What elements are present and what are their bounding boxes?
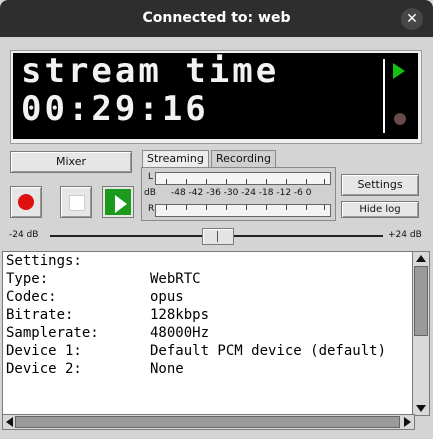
time-display: stream time 00:29:16	[13, 51, 418, 139]
title-bar[interactable]: Connected to: web ✕	[0, 0, 433, 37]
log-row: Type: WebRTC	[6, 271, 201, 289]
display-divider	[383, 59, 385, 133]
tab-streaming[interactable]: Streaming	[142, 150, 209, 167]
meter-left-bar	[155, 172, 331, 185]
tab-recording[interactable]: Recording	[211, 150, 277, 167]
log-key: Device 1:	[6, 343, 82, 359]
log-key: Samplerate:	[6, 325, 99, 341]
meter-left-label: L	[148, 172, 154, 182]
mixer-button[interactable]: Mixer	[10, 151, 132, 173]
gain-max-label: +24 dB	[388, 230, 422, 240]
scroll-down-icon[interactable]	[416, 405, 426, 412]
meter-scale: -48 -42 -36 -30 -24 -18 -12 -6 0	[171, 188, 312, 198]
log-row: Codec: opus	[6, 289, 184, 307]
play-icon	[105, 189, 131, 215]
meter-unit-label: dB	[144, 188, 156, 198]
record-indicator-icon	[394, 113, 406, 125]
gain-min-label: -24 dB	[9, 230, 39, 240]
scroll-up-icon[interactable]	[416, 255, 426, 262]
hide-log-button[interactable]: Hide log	[341, 201, 419, 218]
log-value: None	[150, 361, 184, 377]
display-mode-label: stream time	[21, 51, 280, 91]
meter-right-bar	[155, 204, 331, 217]
log-row: Device 2: None	[6, 361, 184, 379]
log-key: Bitrate:	[6, 307, 74, 323]
app-window: Connected to: web ✕ stream time 00:29:16…	[0, 0, 433, 439]
log-panel[interactable]: Settings: Type: WebRTC Codec: opus Bitrate…	[2, 251, 415, 416]
vertical-scroll-thumb[interactable]	[414, 266, 428, 336]
log-header: Settings:	[6, 253, 82, 269]
stream-play-indicator-icon	[393, 63, 405, 79]
log-key: Codec:	[6, 289, 57, 305]
log-value: opus	[150, 289, 184, 305]
record-button[interactable]	[10, 186, 42, 218]
record-icon	[18, 194, 34, 210]
play-button[interactable]	[102, 186, 134, 218]
stop-icon	[69, 195, 85, 211]
log-row: Device 1: Default PCM device (default)	[6, 343, 386, 361]
settings-button[interactable]: Settings	[341, 174, 419, 196]
meter-right-label: R	[148, 204, 155, 214]
scroll-right-icon[interactable]	[404, 417, 411, 427]
log-key: Device 2:	[6, 361, 82, 377]
log-value: 48000Hz	[150, 325, 210, 341]
log-value: 128kbps	[150, 307, 210, 323]
horizontal-scroll-thumb[interactable]	[15, 416, 400, 428]
log-value: WebRTC	[150, 271, 201, 287]
stop-button[interactable]	[60, 186, 92, 218]
log-vertical-scrollbar[interactable]	[412, 251, 430, 416]
window-title: Connected to: web	[142, 10, 291, 26]
gain-slider-thumb[interactable]	[202, 228, 234, 245]
log-horizontal-scrollbar[interactable]	[2, 414, 415, 430]
scroll-left-icon[interactable]	[6, 417, 13, 427]
stream-time-readout: 00:29:16	[21, 89, 209, 129]
log-row: Bitrate: 128kbps	[6, 307, 209, 325]
log-value: Default PCM device (default)	[150, 343, 387, 359]
log-key: Type:	[6, 271, 49, 287]
close-button[interactable]: ✕	[401, 8, 423, 30]
log-row: Samplerate: 48000Hz	[6, 325, 209, 343]
